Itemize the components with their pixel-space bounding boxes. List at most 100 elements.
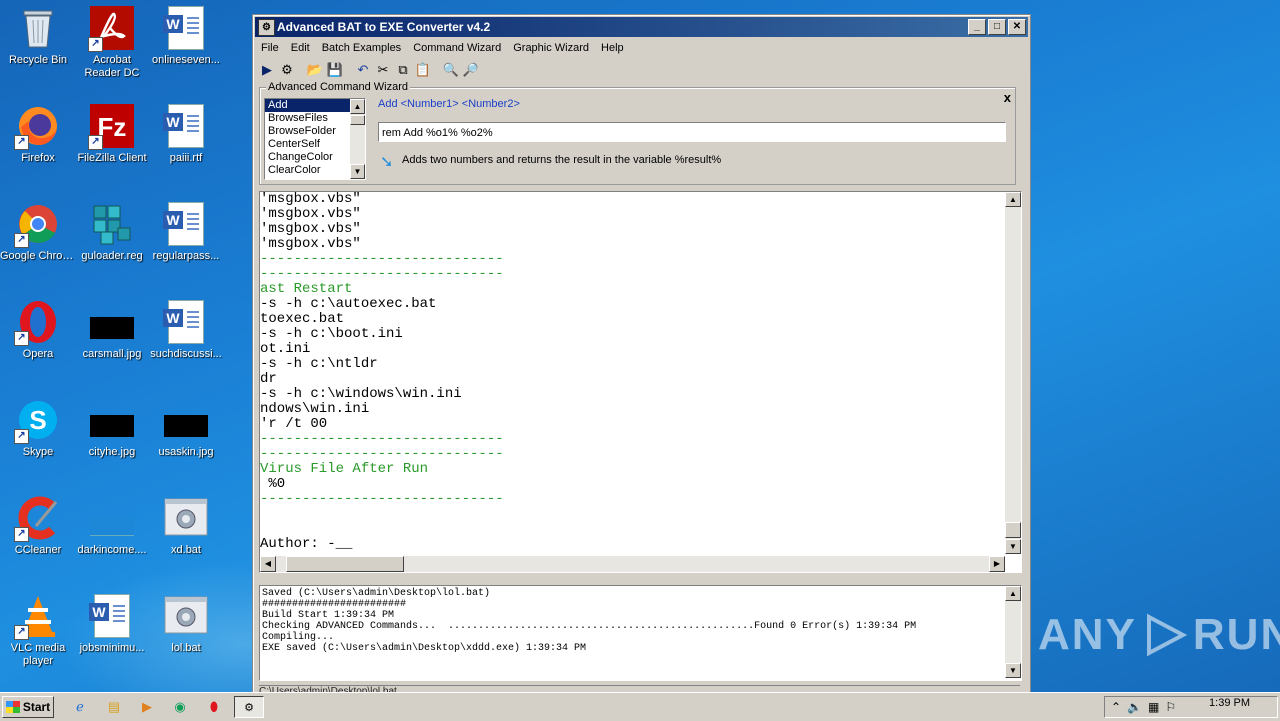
code-line: ----------------------------- bbox=[260, 491, 504, 507]
desktop-icon-label: lol.bat bbox=[171, 642, 201, 654]
flag-notification-icon[interactable]: ⚐ bbox=[1165, 700, 1176, 714]
chrome-icon[interactable]: ◉ bbox=[170, 697, 190, 717]
desktop-icon-skype[interactable]: S ↗ Skype bbox=[0, 398, 76, 459]
desktop-icon-label: CCleaner bbox=[14, 544, 62, 556]
ie-icon[interactable]: ℯ bbox=[70, 697, 90, 717]
desktop-icon-acrobat[interactable]: ↗ Acrobat Reader DC bbox=[74, 6, 150, 80]
output-scrollbar[interactable]: ▲ ▼ bbox=[1005, 586, 1021, 678]
skype-icon: S ↗ bbox=[14, 398, 60, 444]
play-logo-icon bbox=[1146, 613, 1187, 657]
scroll-up-icon[interactable]: ▲ bbox=[350, 99, 365, 114]
network-icon[interactable]: ▦ bbox=[1148, 700, 1159, 714]
zoom-in-icon[interactable]: 🔍 bbox=[441, 60, 461, 80]
wizard-close-button[interactable]: x bbox=[1004, 90, 1011, 105]
app-gear-icon: ⚙ bbox=[258, 19, 275, 36]
build-output[interactable]: Saved (C:\Users\admin\Desktop\lol.bat) ##… bbox=[259, 585, 1022, 681]
scroll-down-icon[interactable]: ▼ bbox=[350, 164, 365, 179]
close-button[interactable]: ✕ bbox=[1008, 19, 1026, 35]
shortcut-arrow-icon: ↗ bbox=[14, 625, 29, 640]
code-editor[interactable]: 'msgbox.vbs"'msgbox.vbs"'msgbox.vbs"'msg… bbox=[259, 191, 1022, 573]
volume-icon[interactable]: 🔈 bbox=[1127, 700, 1142, 714]
word-document-icon: W bbox=[163, 300, 208, 344]
title-bar[interactable]: ⚙ Advanced BAT to EXE Converter v4.2 _ □… bbox=[255, 17, 1028, 37]
explorer-folder-icon[interactable]: ▤ bbox=[104, 697, 124, 717]
scroll-thumb[interactable] bbox=[350, 115, 365, 125]
desktop-icon-suchdiscussi[interactable]: W suchdiscussi... bbox=[148, 300, 224, 361]
desktop-icon-cityhe[interactable]: cityhe.jpg bbox=[74, 398, 150, 459]
editor-vertical-scrollbar[interactable]: ▲ ▼ bbox=[1005, 192, 1021, 554]
menu-command-wizard[interactable]: Command Wizard bbox=[407, 39, 507, 57]
scroll-up-icon[interactable]: ▲ bbox=[1005, 192, 1021, 207]
info-arrow-icon: ➘ bbox=[380, 154, 394, 171]
shortcut-arrow-icon: ↗ bbox=[88, 135, 103, 150]
scroll-down-icon[interactable]: ▼ bbox=[1005, 663, 1021, 678]
save-icon[interactable]: 💾 bbox=[325, 60, 345, 80]
desktop-icon-google-chrome[interactable]: ↗ Google Chrome bbox=[0, 202, 76, 263]
menu-help[interactable]: Help bbox=[595, 39, 630, 57]
opera-icon[interactable]: ⬮ bbox=[204, 697, 224, 717]
word-document-icon: W bbox=[163, 104, 208, 148]
scroll-right-icon[interactable]: ▶ bbox=[989, 556, 1005, 572]
command-list[interactable]: Add BrowseFiles BrowseFolder CenterSelf … bbox=[264, 98, 366, 180]
zoom-out-icon[interactable]: 🔎 bbox=[461, 60, 481, 80]
desktop-icon-jobsminimu[interactable]: W jobsminimu... bbox=[74, 594, 150, 655]
media-player-icon[interactable]: ▶ bbox=[137, 697, 157, 717]
svg-text:S: S bbox=[29, 405, 46, 435]
desktop-icon-usaskin[interactable]: usaskin.jpg bbox=[148, 398, 224, 459]
desktop-icon-xd-bat[interactable]: xd.bat bbox=[148, 496, 224, 557]
menu-file[interactable]: File bbox=[255, 39, 285, 57]
desktop-icon-opera[interactable]: ↗ Opera bbox=[0, 300, 76, 361]
code-line: -s -h c:\boot.ini bbox=[260, 326, 403, 342]
desktop-icon-guloader-reg[interactable]: guloader.reg bbox=[74, 202, 150, 263]
desktop-icon-label: paiii.rtf bbox=[169, 152, 203, 164]
taskbar-app-bat-converter[interactable]: ⚙ bbox=[234, 696, 264, 718]
app-window: ⚙ Advanced BAT to EXE Converter v4.2 _ □… bbox=[252, 14, 1031, 694]
menu-edit[interactable]: Edit bbox=[285, 39, 316, 57]
desktop-icon-label: Firefox bbox=[21, 152, 55, 164]
compile-gear-icon[interactable]: ⚙ bbox=[277, 60, 297, 80]
command-input[interactable]: rem Add %o1% %o2% bbox=[378, 122, 1006, 142]
desktop-icon-recycle-bin[interactable]: Recycle Bin bbox=[0, 6, 76, 67]
minimize-button[interactable]: _ bbox=[968, 19, 986, 35]
open-folder-icon[interactable]: 📂 bbox=[305, 60, 325, 80]
scroll-up-icon[interactable]: ▲ bbox=[1005, 586, 1021, 601]
clock[interactable]: 1:39 PM bbox=[1209, 697, 1250, 709]
code-line: -s -h c:\autoexec.bat bbox=[260, 296, 437, 312]
menu-batch-examples[interactable]: Batch Examples bbox=[316, 39, 407, 57]
shortcut-arrow-icon: ↗ bbox=[14, 429, 29, 444]
code-line: ----------------------------- bbox=[260, 251, 504, 267]
desktop-icon-firefox[interactable]: ↗ Firefox bbox=[0, 104, 76, 165]
desktop-icon-label: regularpass... bbox=[152, 250, 220, 262]
scroll-left-icon[interactable]: ◀ bbox=[260, 556, 276, 572]
paste-icon[interactable]: 📋 bbox=[413, 60, 433, 80]
run-icon[interactable]: ▶ bbox=[257, 60, 277, 80]
system-tray: ⌃ 🔈 ▦ ⚐ bbox=[1104, 696, 1278, 718]
desktop-icon-carsmall[interactable]: carsmall.jpg bbox=[74, 300, 150, 361]
desktop-icon-lol-bat[interactable]: lol.bat bbox=[148, 594, 224, 655]
desktop-icon-vlc[interactable]: ↗ VLC media player bbox=[0, 594, 76, 668]
cut-icon[interactable]: ✂ bbox=[373, 60, 393, 80]
desktop-icon-ccleaner[interactable]: ↗ CCleaner bbox=[0, 496, 76, 557]
image-thumbnail-icon bbox=[90, 398, 134, 442]
command-list-scrollbar[interactable]: ▲ ▼ bbox=[350, 99, 365, 179]
command-list-item[interactable]: Add bbox=[265, 99, 350, 112]
desktop-icon-regularpass[interactable]: W regularpass... bbox=[148, 202, 224, 263]
maximize-button[interactable]: □ bbox=[988, 19, 1006, 35]
code-line: 'msgbox.vbs" bbox=[260, 191, 361, 207]
code-line: 'msgbox.vbs" bbox=[260, 236, 361, 252]
word-document-icon: W bbox=[163, 6, 208, 50]
desktop-icon-darkincome[interactable]: darkincome.... bbox=[74, 496, 150, 557]
scroll-thumb[interactable] bbox=[286, 556, 404, 572]
scroll-down-icon[interactable]: ▼ bbox=[1005, 539, 1021, 554]
scroll-thumb[interactable] bbox=[1005, 522, 1021, 538]
menu-graphic-wizard[interactable]: Graphic Wizard bbox=[507, 39, 595, 57]
desktop-icon-filezilla[interactable]: Fz ↗ FileZilla Client bbox=[74, 104, 150, 165]
copy-icon[interactable]: ⧉ bbox=[393, 60, 413, 80]
editor-horizontal-scrollbar[interactable]: ◀ ▶ bbox=[260, 556, 1005, 572]
desktop-icon-paiii[interactable]: W paiii.rtf bbox=[148, 104, 224, 165]
undo-icon[interactable]: ↶ bbox=[353, 60, 373, 80]
desktop-icon-onlineseven[interactable]: W onlineseven... bbox=[148, 6, 224, 67]
tray-chevron-icon[interactable]: ⌃ bbox=[1111, 700, 1121, 714]
start-button[interactable]: Start bbox=[2, 696, 54, 718]
code-line: -s -h c:\windows\win.ini bbox=[260, 386, 462, 402]
